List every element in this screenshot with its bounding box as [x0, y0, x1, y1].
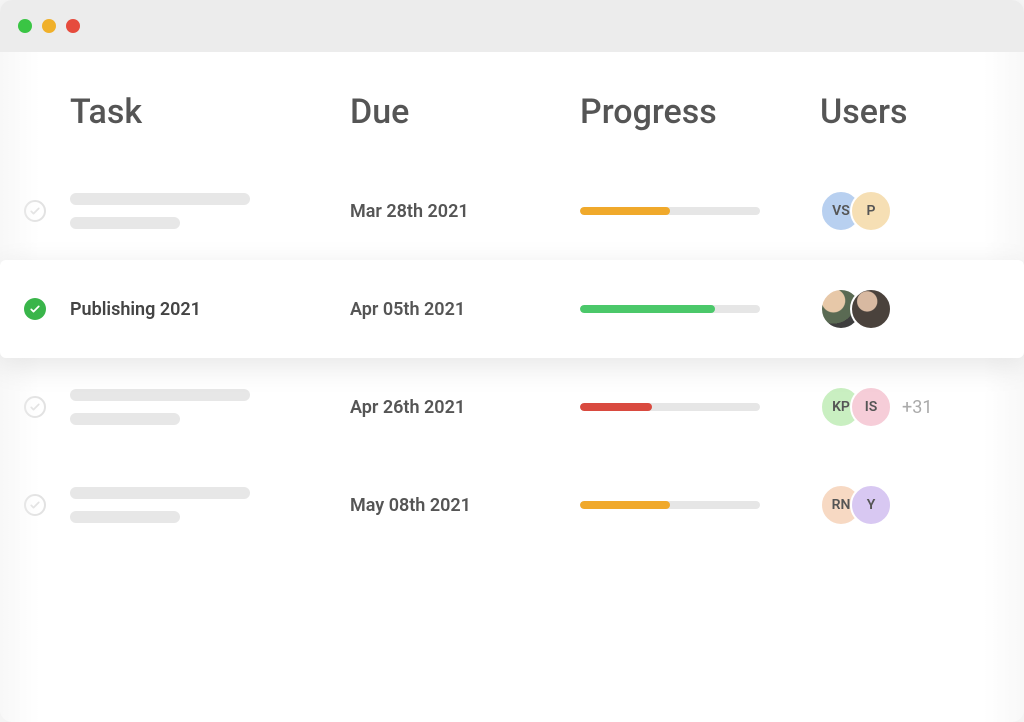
check-icon: [29, 401, 41, 413]
due-date: Apr 26th 2021: [350, 397, 580, 418]
task-table: Task Due Progress Users Mar 28th 2021VSP…: [0, 52, 1024, 554]
progress-bar: [580, 501, 760, 509]
traffic-light-minimize-icon[interactable]: [42, 19, 56, 33]
traffic-light-close-icon[interactable]: [18, 19, 32, 33]
table-row[interactable]: Publishing 2021Apr 05th 2021: [0, 260, 1024, 358]
table-header: Task Due Progress Users: [0, 52, 1024, 162]
table-row[interactable]: Apr 26th 2021KPIS+31: [0, 358, 1024, 456]
task-complete-toggle[interactable]: [24, 396, 46, 418]
task-name-placeholder: [70, 389, 350, 425]
due-date: May 08th 2021: [350, 495, 580, 516]
avatar[interactable]: IS: [850, 386, 892, 428]
task-name-placeholder: [70, 193, 350, 229]
app-window: Task Due Progress Users Mar 28th 2021VSP…: [0, 0, 1024, 722]
task-name: Publishing 2021: [70, 299, 350, 320]
task-complete-toggle[interactable]: [24, 200, 46, 222]
task-complete-toggle[interactable]: [24, 298, 46, 320]
due-date: Apr 05th 2021: [350, 299, 580, 320]
table-row[interactable]: May 08th 2021RNY: [0, 456, 1024, 554]
task-name-placeholder: [70, 487, 350, 523]
titlebar: [0, 0, 1024, 52]
progress-bar: [580, 305, 760, 313]
user-overflow-count[interactable]: +31: [902, 397, 932, 418]
check-icon: [29, 205, 41, 217]
col-header-due: Due: [350, 92, 580, 132]
avatar[interactable]: [850, 288, 892, 330]
avatar[interactable]: P: [850, 190, 892, 232]
traffic-light-zoom-icon[interactable]: [66, 19, 80, 33]
due-date: Mar 28th 2021: [350, 201, 580, 222]
progress-bar: [580, 207, 760, 215]
avatar[interactable]: Y: [850, 484, 892, 526]
col-header-task: Task: [70, 92, 350, 132]
progress-bar: [580, 403, 760, 411]
check-icon: [29, 499, 41, 511]
col-header-progress: Progress: [580, 92, 820, 132]
check-icon: [29, 303, 41, 315]
col-header-users: Users: [820, 92, 1020, 132]
task-complete-toggle[interactable]: [24, 494, 46, 516]
table-row[interactable]: Mar 28th 2021VSP: [0, 162, 1024, 260]
